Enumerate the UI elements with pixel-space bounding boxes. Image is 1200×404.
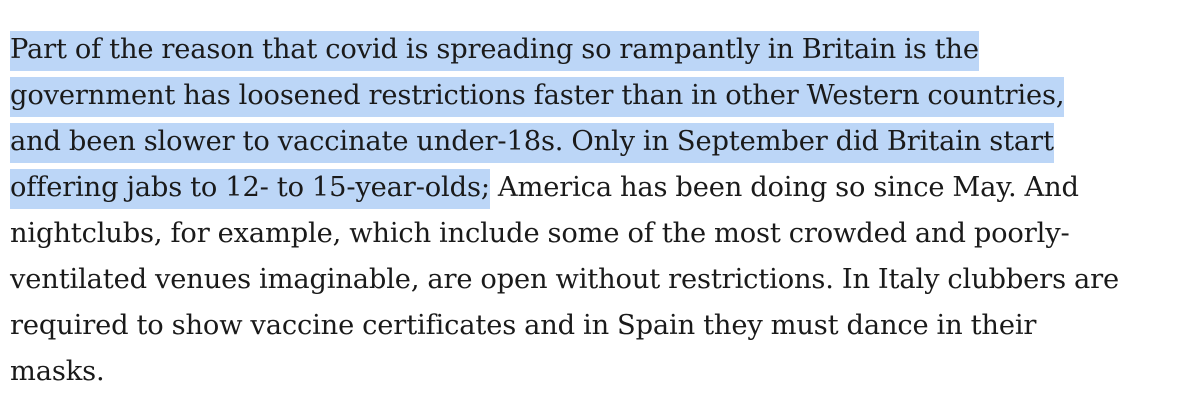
highlighted-text: government has loosened restrictions fas… <box>10 77 1065 117</box>
plain-text: ventilated venues imaginable, are open w… <box>10 264 1119 295</box>
text-line-8: masks. <box>10 349 1195 395</box>
plain-text: required to show vaccine certificates an… <box>10 310 1037 341</box>
text-line-5: nightclubs, for example, which include s… <box>10 211 1195 257</box>
highlighted-text: and been slower to vaccinate under-18s. … <box>10 123 1054 163</box>
plain-text: nightclubs, for example, which include s… <box>10 218 1070 249</box>
plain-text: masks. <box>10 356 105 387</box>
text-line-4: offering jabs to 12- to 15-year-olds; Am… <box>10 165 1195 211</box>
article-paragraph: Part of the reason that covid is spreadi… <box>10 27 1195 395</box>
highlighted-text: offering jabs to 12- to 15-year-olds; <box>10 169 490 209</box>
text-line-7: required to show vaccine certificates an… <box>10 303 1195 349</box>
text-line-3: and been slower to vaccinate under-18s. … <box>10 119 1195 165</box>
highlighted-text: Part of the reason that covid is spreadi… <box>10 31 979 71</box>
text-line-1: Part of the reason that covid is spreadi… <box>10 27 1195 73</box>
text-line-6: ventilated venues imaginable, are open w… <box>10 257 1195 303</box>
text-line-2: government has loosened restrictions fas… <box>10 73 1195 119</box>
plain-text: America has been doing so since May. And <box>489 172 1079 203</box>
